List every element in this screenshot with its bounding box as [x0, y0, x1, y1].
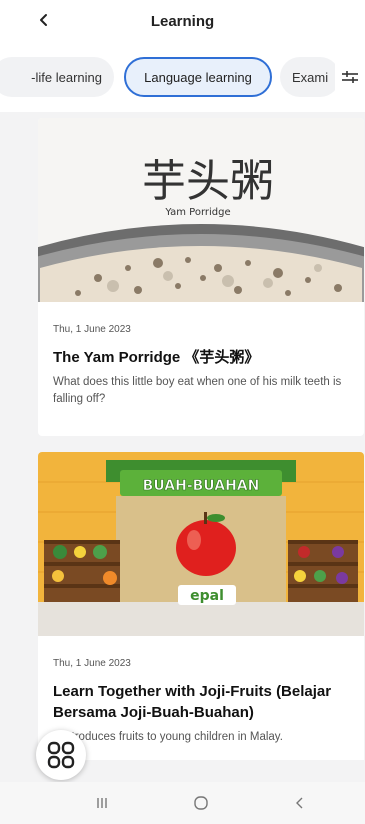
apps-menu-button[interactable]: [36, 730, 86, 780]
tab-language-learning[interactable]: Language learning: [124, 57, 272, 97]
image-english-subtitle: Yam Porridge: [164, 207, 230, 218]
recent-apps-button[interactable]: [87, 790, 117, 816]
sliders-icon: [342, 71, 358, 83]
yam-porridge-image: 芋头粥 Yam Porridge: [38, 118, 364, 302]
chevron-left-icon: [40, 14, 47, 26]
tab-examination[interactable]: Exami: [280, 57, 340, 97]
content-list[interactable]: 芋头粥 Yam Porridge Thu, 1 June 2023 The Ya…: [0, 112, 365, 760]
home-button[interactable]: [186, 790, 216, 816]
card-description: What does this little boy eat when one o…: [53, 376, 342, 405]
recent-apps-icon: [97, 798, 107, 808]
back-nav-button[interactable]: [285, 790, 315, 816]
image-chinese-title: 芋头粥: [142, 156, 274, 207]
card-title[interactable]: The Yam Porridge 《芋头粥》: [53, 347, 349, 368]
back-arrow-icon: [296, 797, 303, 809]
tab-life-learning[interactable]: -life learning: [0, 57, 114, 97]
card-title[interactable]: Learn Together with Joji-Fruits (Belajar…: [53, 681, 349, 723]
image-sign-text: epal: [190, 588, 224, 604]
article-card[interactable]: 芋头粥 Yam Porridge Thu, 1 June 2023 The Ya…: [38, 118, 364, 436]
card-date: Thu, 1 June 2023: [53, 324, 131, 335]
page-title: Learning: [150, 12, 215, 30]
home-icon: [194, 796, 208, 810]
image-banner-text: BUAH-BUAHAN: [143, 478, 260, 494]
category-tabs: -life learning Language learning Exami: [0, 42, 365, 112]
back-button[interactable]: [30, 6, 58, 34]
fruits-stall-image: BUAH-BUAHAN epal: [38, 452, 364, 636]
card-date: Thu, 1 June 2023: [53, 658, 131, 669]
filter-button[interactable]: [335, 57, 365, 97]
app-header: Learning: [0, 0, 365, 42]
article-card[interactable]: BUAH-BUAHAN epal Thu, 1 June 2023 Learn …: [38, 452, 364, 760]
card-description: It introduces fruits to young children i…: [53, 731, 283, 743]
grid-apps-icon: [47, 741, 75, 769]
system-navigation-bar: [0, 782, 365, 824]
